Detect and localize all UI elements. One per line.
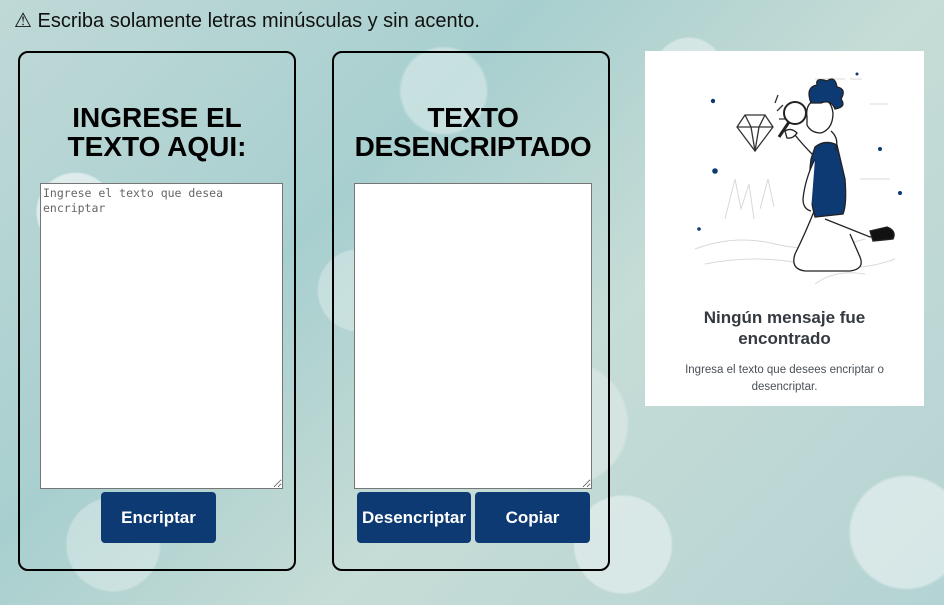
encrypt-panel: INGRESE EL TEXTO AQUI: Encriptar — [18, 51, 296, 571]
copy-button[interactable]: Copiar — [475, 492, 590, 543]
no-message-title: Ningún mensaje fue encontrado — [703, 308, 866, 348]
decrypt-panel-title: TEXTO DESENCRIPTADO — [354, 102, 592, 162]
decrypt-button[interactable]: Desencriptar — [357, 492, 471, 543]
no-message-subtitle: Ingresa el texto que desees encriptar o … — [685, 364, 884, 393]
input-textarea[interactable] — [40, 183, 283, 489]
warning-message: ⚠ Escriba solamente letras minúsculas y … — [14, 10, 480, 32]
decrypt-panel: TEXTO DESENCRIPTADO Desencriptar Copiar — [332, 51, 610, 571]
encrypt-panel-title: INGRESE EL TEXTO AQUI: — [67, 102, 247, 162]
result-card: Ningún mensaje fue encontrado Ingresa el… — [645, 51, 924, 406]
encrypt-button[interactable]: Encriptar — [101, 492, 216, 543]
output-textarea[interactable] — [354, 183, 592, 489]
person-with-magnifying-glass-illustration — [694, 72, 902, 284]
